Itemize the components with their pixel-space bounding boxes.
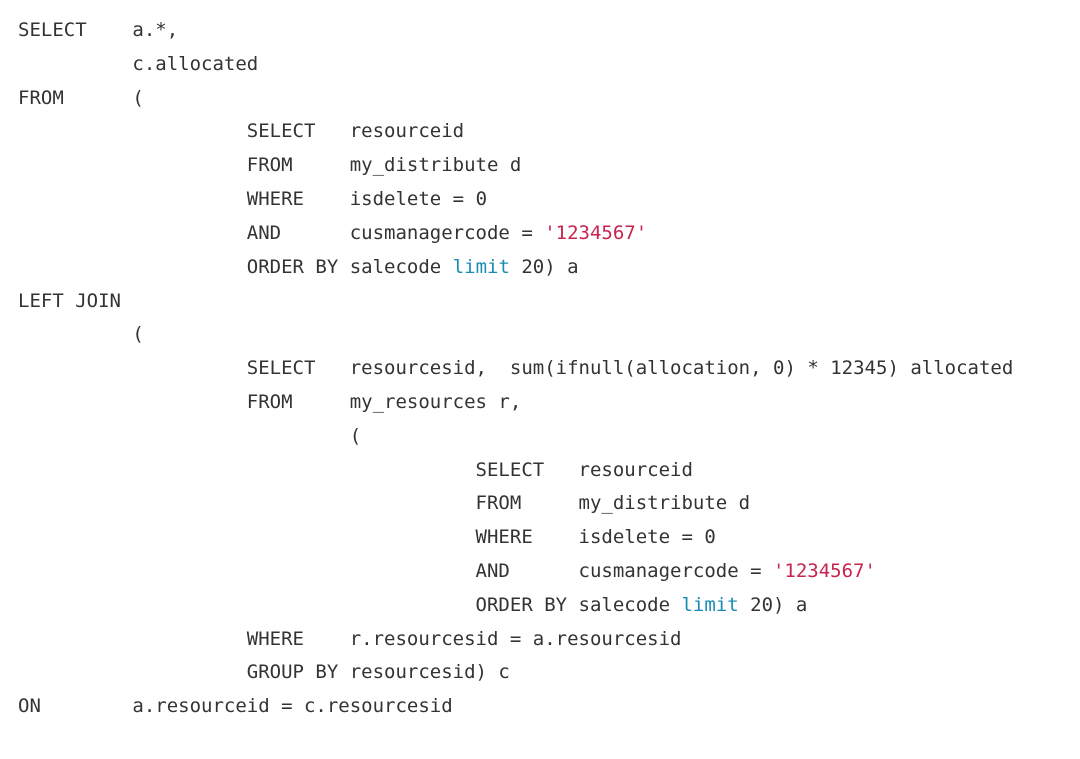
code-line: ORDER BY salecode limit 20) a — [18, 256, 579, 278]
code-line: FROM my_distribute d — [18, 154, 521, 176]
code-line: SELECT resourceid — [18, 459, 693, 481]
code-token: '1234567' — [544, 222, 647, 244]
code-token — [739, 594, 750, 616]
code-token: 12345 — [830, 357, 887, 379]
code-token: FROM my_distribute d — [18, 492, 750, 514]
code-token: WHERE isdelete = — [18, 526, 704, 548]
code-token: ORDER BY salecode — [18, 256, 453, 278]
code-token: AND cusmanagercode = — [18, 560, 773, 582]
code-token: 0 — [773, 357, 784, 379]
code-token: AND cusmanagercode = — [18, 222, 544, 244]
code-token: FROM ( — [18, 87, 144, 109]
code-line: SELECT a.*, — [18, 19, 178, 41]
code-line: ORDER BY salecode limit 20) a — [18, 594, 807, 616]
code-line: LEFT JOIN — [18, 290, 121, 312]
code-token — [510, 256, 521, 278]
code-token: 20 — [521, 256, 544, 278]
code-token: ON a.resourceid = c.resourcesid — [18, 695, 453, 717]
code-line: FROM my_distribute d — [18, 492, 750, 514]
code-line: WHERE isdelete = 0 — [18, 188, 487, 210]
code-token: 0 — [476, 188, 487, 210]
code-token: ( — [18, 425, 361, 447]
code-token: FROM my_resources r, — [18, 391, 521, 413]
code-token: * — [807, 357, 818, 379]
code-token: SELECT resourcesid, sum(ifnull(allocatio… — [18, 357, 773, 379]
code-line: ON a.resourceid = c.resourcesid — [18, 695, 453, 717]
code-token: c.allocated — [18, 53, 258, 75]
code-token: WHERE r.resourcesid = a.resourcesid — [18, 628, 681, 650]
code-line: FROM my_resources r, — [18, 391, 521, 413]
code-line: ( — [18, 323, 144, 345]
code-token: '1234567' — [773, 560, 876, 582]
code-token: GROUP BY resourcesid) c — [18, 661, 510, 683]
code-token: ) — [784, 357, 807, 379]
code-token: SELECT resourceid — [18, 459, 693, 481]
code-token: ORDER BY salecode — [18, 594, 681, 616]
sql-code-block: SELECT a.*, c.allocated FROM ( SELECT re… — [0, 0, 1080, 744]
code-token: SELECT resourceid — [18, 120, 464, 142]
code-line: WHERE isdelete = 0 — [18, 526, 716, 548]
code-token: ) allocated — [887, 357, 1013, 379]
code-token: SELECT a. — [18, 19, 155, 41]
code-token: ) a — [773, 594, 807, 616]
code-line: AND cusmanagercode = '1234567' — [18, 222, 647, 244]
code-line: WHERE r.resourcesid = a.resourcesid — [18, 628, 681, 650]
code-token: 20 — [750, 594, 773, 616]
code-token: ) a — [544, 256, 578, 278]
code-line: SELECT resourcesid, sum(ifnull(allocatio… — [18, 357, 1013, 379]
code-token — [819, 357, 830, 379]
code-token: LEFT JOIN — [18, 290, 121, 312]
code-line: GROUP BY resourcesid) c — [18, 661, 510, 683]
code-line: AND cusmanagercode = '1234567' — [18, 560, 876, 582]
code-line: c.allocated — [18, 53, 258, 75]
code-token: ( — [18, 323, 144, 345]
code-token: limit — [681, 594, 738, 616]
code-token: WHERE isdelete = — [18, 188, 476, 210]
code-token: 0 — [704, 526, 715, 548]
code-line: FROM ( — [18, 87, 144, 109]
code-token: * — [155, 19, 166, 41]
code-token: FROM my_distribute d — [18, 154, 521, 176]
code-token: limit — [453, 256, 510, 278]
code-token: , — [167, 19, 178, 41]
code-line: SELECT resourceid — [18, 120, 464, 142]
code-line: ( — [18, 425, 361, 447]
